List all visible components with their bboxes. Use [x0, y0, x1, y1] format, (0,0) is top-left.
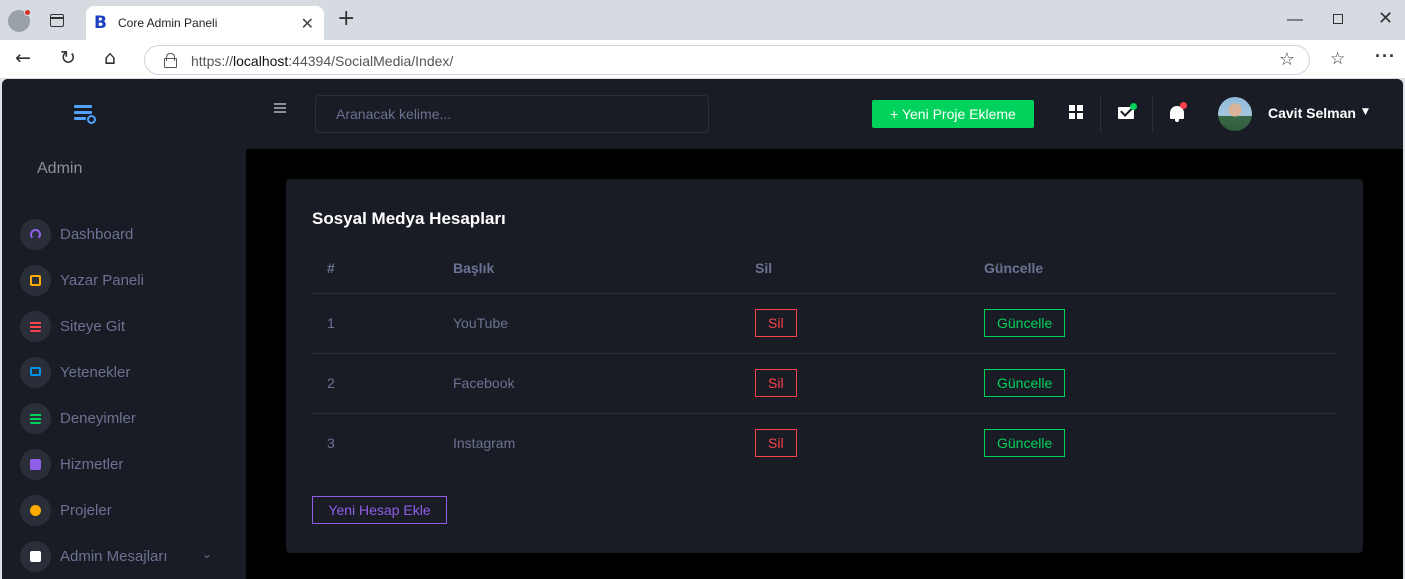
row-delete-cell: Sil	[740, 413, 969, 473]
update-button[interactable]: Güncelle	[984, 369, 1066, 397]
github-icon	[20, 495, 51, 526]
row-delete-cell: Sil	[740, 293, 969, 354]
bell-notification-dot	[1180, 102, 1187, 109]
main-content: Sosyal Medya Hesapları # Başlık Sil Günc…	[246, 149, 1403, 579]
row-id: 1	[312, 293, 438, 354]
column-header-title: Başlık	[438, 243, 740, 294]
row-title: Instagram	[453, 435, 516, 452]
app-window: Admin Dashboard Yazar Paneli Siteye Git …	[2, 79, 1403, 579]
speedometer-icon	[20, 219, 51, 250]
more-menu-icon[interactable]: ···	[1375, 46, 1396, 67]
sidebar-item-label: Yetenekler	[60, 364, 131, 381]
bookmark-star-icon[interactable]: ☆	[1279, 49, 1295, 70]
sidebar-item-yazar-paneli[interactable]: Yazar Paneli	[20, 263, 246, 299]
message-icon	[20, 541, 51, 572]
delete-button[interactable]: Sil	[755, 309, 797, 337]
user-name[interactable]: Cavit Selman	[1268, 105, 1356, 121]
apps-grid-icon[interactable]	[1069, 105, 1083, 119]
minimize-icon[interactable]: —	[1287, 11, 1303, 29]
home-icon[interactable]: ⌂	[104, 48, 116, 68]
sidebar-item-label: Dashboard	[60, 226, 134, 243]
table-icon	[20, 311, 51, 342]
tab-actions-icon[interactable]	[50, 14, 64, 27]
row-title: YouTube	[438, 293, 740, 354]
row-title: Facebook	[438, 353, 740, 414]
maximize-icon[interactable]	[1333, 14, 1343, 24]
top-navbar: + Yeni Proje Ekleme Cavit Selman ▼	[246, 79, 1403, 149]
url-text: https://localhost:44394/SocialMedia/Inde…	[191, 53, 454, 69]
add-account-button[interactable]: Yeni Hesap Ekle	[312, 496, 447, 524]
laptop-icon	[20, 357, 51, 388]
sidebar-item-deneyimler[interactable]: Deneyimler	[20, 401, 246, 437]
sidebar-item-label: Hizmetler	[60, 456, 124, 473]
column-header-delete: Sil	[740, 243, 969, 294]
mail-notification-dot	[1130, 103, 1137, 110]
sidebar: Admin Dashboard Yazar Paneli Siteye Git …	[2, 79, 246, 579]
divider	[1100, 95, 1101, 133]
chat-alert-icon	[20, 265, 51, 296]
reload-icon[interactable]: ↻	[60, 48, 76, 68]
tab-title: Core Admin Paneli	[118, 16, 218, 30]
row-id: 2	[312, 353, 438, 414]
sidebar-item-label: Siteye Git	[60, 318, 126, 335]
sidebar-item-hizmetler[interactable]: Hizmetler	[20, 447, 246, 483]
sidebar-item-projeler[interactable]: Projeler	[20, 493, 246, 529]
divider	[1152, 95, 1153, 133]
delete-button[interactable]: Sil	[755, 369, 797, 397]
favorites-icon[interactable]: ☆	[1330, 49, 1345, 69]
column-header-update: Güncelle	[969, 243, 1336, 294]
card-title: Sosyal Medya Hesapları	[312, 209, 506, 228]
sidebar-item-admin-mesajlari[interactable]: Admin Mesajları ⌄	[20, 539, 246, 575]
browser-tab[interactable]: B Core Admin Paneli ✕	[86, 6, 324, 40]
row-id: 3	[327, 435, 335, 452]
sidebar-item-label: Yazar Paneli	[60, 272, 144, 289]
social-media-card: Sosyal Medya Hesapları # Başlık Sil Günc…	[286, 179, 1363, 553]
search-input[interactable]	[315, 95, 709, 133]
brand-logo-icon[interactable]	[74, 105, 96, 125]
sidebar-item-label: Deneyimler	[60, 410, 136, 427]
column-header-id: #	[312, 243, 438, 294]
row-update-cell: Güncelle	[969, 413, 1336, 473]
row-update-cell: Güncelle	[969, 353, 1336, 414]
sidebar-item-label: Projeler	[60, 502, 112, 519]
chevron-down-icon[interactable]: ⌄	[202, 547, 212, 561]
delete-button[interactable]: Sil	[755, 429, 797, 458]
table-row: 1 YouTube Sil Güncelle	[312, 293, 1336, 354]
close-tab-icon[interactable]: ✕	[301, 14, 314, 33]
menu-toggle-icon[interactable]	[274, 103, 286, 113]
sidebar-user-label: Admin	[37, 160, 83, 177]
url-field[interactable]: https://localhost:44394/SocialMedia/Inde…	[144, 45, 1310, 75]
sidebar-item-siteye-git[interactable]: Siteye Git	[20, 309, 246, 345]
table-row: 2 Facebook Sil Güncelle	[312, 353, 1336, 414]
back-icon[interactable]: ←	[15, 48, 31, 68]
update-button[interactable]: Güncelle	[984, 429, 1066, 458]
playlist-icon	[20, 403, 51, 434]
sidebar-item-yetenekler[interactable]: Yetenekler	[20, 355, 246, 391]
sidebar-item-dashboard[interactable]: Dashboard	[20, 217, 246, 253]
profile-notification-dot	[24, 9, 31, 16]
table-row: 3 Instagram Sil Güncelle	[312, 413, 1336, 473]
caret-down-icon[interactable]: ▼	[1362, 107, 1369, 117]
browser-tab-bar: B Core Admin Paneli ✕ + — ✕	[0, 0, 1405, 40]
new-tab-icon[interactable]: +	[337, 8, 355, 30]
favicon-icon: B	[94, 13, 107, 33]
update-button[interactable]: Güncelle	[984, 309, 1066, 337]
contacts-icon	[20, 449, 51, 480]
sidebar-item-label: Admin Mesajları	[60, 548, 168, 565]
lock-icon[interactable]	[164, 53, 177, 68]
address-bar: ← ↻ ⌂ https://localhost:44394/SocialMedi…	[0, 40, 1405, 79]
avatar[interactable]	[1218, 97, 1252, 131]
window-close-icon[interactable]: ✕	[1378, 8, 1393, 29]
row-delete-cell: Sil	[740, 353, 969, 414]
new-project-button[interactable]: + Yeni Proje Ekleme	[872, 100, 1034, 128]
table-header-row: # Başlık Sil Güncelle	[312, 243, 1336, 294]
row-update-cell: Güncelle	[969, 293, 1336, 354]
social-media-table: # Başlık Sil Güncelle 1 YouTube Sil Günc…	[312, 243, 1336, 473]
